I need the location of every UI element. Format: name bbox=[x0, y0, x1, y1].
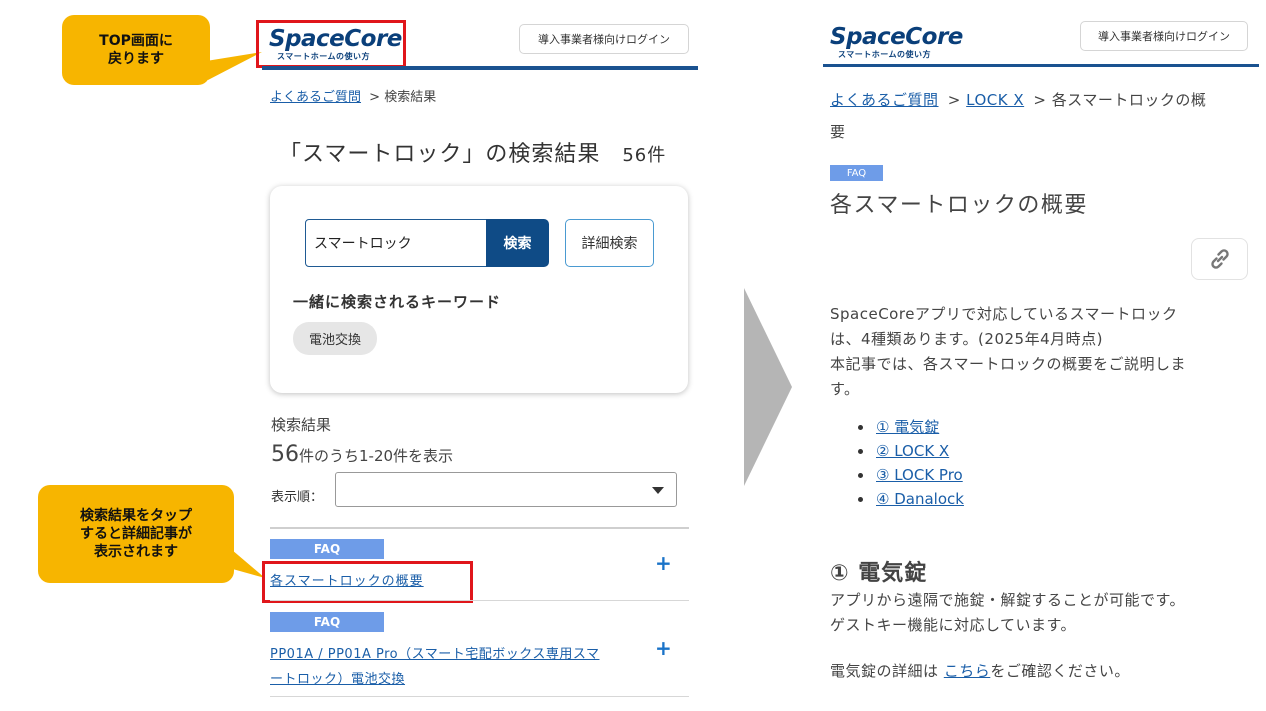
right-section-line1: アプリから遠隔で施錠・解錠することが可能です。 bbox=[830, 591, 1186, 609]
right-detail-suffix: をご確認ください。 bbox=[990, 662, 1130, 680]
right-intro-line1: SpaceCoreアプリで対応しているスマートロック bbox=[830, 305, 1178, 323]
left-sort-select[interactable] bbox=[335, 472, 677, 507]
right-section-heading: ① 電気錠 bbox=[830, 561, 928, 586]
right-toc-link-4[interactable]: ④ Danalock bbox=[876, 490, 964, 508]
left-related-keyword-label: 電池交換 bbox=[308, 333, 361, 348]
left-item2-title[interactable]: PP01A / PP01A Pro（スマート宅配ボックス専用スマ ートロック）電… bbox=[270, 642, 640, 692]
right-login-label: 導入事業者様向けログイン bbox=[1098, 30, 1230, 43]
plus-icon[interactable]: + bbox=[655, 636, 672, 660]
left-count: 56件 bbox=[622, 145, 667, 166]
right-intro: SpaceCoreアプリで対応しているスマートロック は、4種類あります。(20… bbox=[830, 302, 1240, 402]
right-detail-link[interactable]: こちら bbox=[944, 662, 991, 680]
left-divider-1 bbox=[270, 527, 689, 529]
left-sort-label: 表示順： bbox=[271, 490, 324, 505]
left-divider-2 bbox=[270, 600, 689, 601]
right-header-rule bbox=[823, 64, 1259, 67]
right-detail-line: 電気錠の詳細は こちらをご確認ください。 bbox=[830, 659, 1250, 684]
left-heading: 「スマートロック」の検索結果 bbox=[279, 142, 601, 167]
right-intro-line3: 本記事では、各スマートロックの概要をご説明しま bbox=[830, 355, 1187, 373]
left-results-heading: 検索結果 bbox=[271, 416, 332, 434]
right-section-body: アプリから遠隔で施錠・解錠することが可能です。 ゲストキー機能に対応しています。 bbox=[830, 588, 1250, 638]
left-advanced-search-label: 詳細検索 bbox=[581, 236, 638, 252]
left-results-count: 56件のうち1-20件を表示 bbox=[271, 442, 453, 467]
right-intro-line2: は、4種類あります。(2025年4月時点) bbox=[830, 330, 1103, 348]
left-search-value: スマートロック bbox=[314, 236, 412, 252]
link-icon bbox=[1210, 249, 1229, 269]
left-login-label: 導入事業者様向けログイン bbox=[538, 33, 670, 46]
right-article-title: 各スマートロックの概要 bbox=[830, 193, 1088, 218]
next-arrow-icon bbox=[744, 288, 792, 486]
right-logo[interactable]: SpaceCore スマートホームの使い方 bbox=[830, 25, 965, 60]
left-results-count-number: 56 bbox=[271, 442, 299, 467]
left-item2-title-line2: ートロック）電池交換 bbox=[270, 672, 406, 687]
left-related-keyword-chip[interactable]: 電池交換 bbox=[293, 322, 377, 355]
left-divider-3 bbox=[270, 696, 689, 697]
right-toc-link-1[interactable]: ① 電気錠 bbox=[876, 418, 939, 436]
left-item2-tag: FAQ bbox=[270, 612, 384, 632]
left-breadcrumb-home[interactable]: よくあるご質問 bbox=[270, 90, 361, 105]
right-breadcrumb-home[interactable]: よくあるご質問 bbox=[830, 91, 939, 109]
right-toc-link-3[interactable]: ③ LOCK Pro bbox=[876, 466, 963, 484]
left-advanced-search-button[interactable]: 詳細検索 bbox=[565, 219, 654, 267]
right-login-button[interactable]: 導入事業者様向けログイン bbox=[1080, 21, 1248, 51]
callout-result-text: 検索結果をタップ すると詳細記事が 表示されます bbox=[80, 508, 192, 560]
right-detail-prefix: 電気錠の詳細は bbox=[830, 662, 939, 680]
chevron-down-icon bbox=[652, 487, 664, 494]
left-item1-tag-label: FAQ bbox=[313, 542, 341, 556]
left-search-button[interactable]: 検索 bbox=[486, 219, 549, 267]
right-breadcrumb-current-line2: 要 bbox=[830, 123, 846, 141]
right-breadcrumb-current-line1: 各スマートロックの概 bbox=[1051, 91, 1207, 109]
share-link-button[interactable] bbox=[1191, 238, 1248, 280]
left-page-title: 「スマートロック」の検索結果 56件 bbox=[279, 136, 666, 168]
right-breadcrumb-sep1: > bbox=[947, 91, 961, 109]
right-toc-link-2[interactable]: ② LOCK X bbox=[876, 442, 949, 460]
callout-top-text: TOP画面に 戻ります bbox=[99, 33, 173, 67]
right-breadcrumb-lockx[interactable]: LOCK X bbox=[966, 91, 1024, 109]
left-logo-highlight bbox=[256, 20, 406, 68]
plus-icon[interactable]: + bbox=[655, 551, 672, 575]
right-faq-tag: FAQ bbox=[830, 165, 883, 181]
right-logo-subtitle: スマートホームの使い方 bbox=[838, 50, 932, 59]
left-related-heading: 一緒に検索されるキーワード bbox=[293, 293, 502, 311]
left-item2-title-line1: PP01A / PP01A Pro（スマート宅配ボックス専用スマ bbox=[270, 647, 600, 662]
right-toc-item: ③ LOCK Pro bbox=[854, 463, 964, 487]
right-breadcrumb-sep2: > bbox=[1033, 91, 1047, 109]
left-header-rule bbox=[262, 66, 698, 70]
left-breadcrumb-current: 検索結果 bbox=[384, 90, 437, 105]
left-breadcrumb-sep: > bbox=[369, 90, 381, 105]
right-logo-text: SpaceCore bbox=[830, 24, 963, 50]
callout-result: 検索結果をタップ すると詳細記事が 表示されます bbox=[38, 485, 234, 583]
left-item1-highlight bbox=[262, 561, 473, 603]
left-search-input[interactable]: スマートロック bbox=[305, 219, 487, 267]
callout-top: TOP画面に 戻ります bbox=[62, 15, 210, 85]
right-toc-item: ④ Danalock bbox=[854, 487, 964, 511]
left-login-button[interactable]: 導入事業者様向けログイン bbox=[519, 24, 689, 54]
left-breadcrumb: よくあるご質問 > 検索結果 bbox=[270, 86, 436, 105]
right-breadcrumb: よくあるご質問 > LOCK X > 各スマートロックの概 要 bbox=[830, 84, 1240, 148]
right-intro-line4: す。 bbox=[830, 380, 860, 398]
left-item1-tag: FAQ bbox=[270, 539, 384, 559]
left-results-count-text: 件のうち1-20件を表示 bbox=[299, 447, 454, 465]
left-search-card bbox=[270, 186, 688, 393]
left-search-button-label: 検索 bbox=[503, 236, 532, 252]
right-toc-list: ① 電気錠 ② LOCK X ③ LOCK Pro ④ Danalock bbox=[854, 415, 964, 511]
left-item2-tag-label: FAQ bbox=[313, 615, 341, 629]
right-toc-item: ① 電気錠 bbox=[854, 415, 964, 439]
right-section-line2: ゲストキー機能に対応しています。 bbox=[830, 616, 1077, 634]
right-faq-tag-label: FAQ bbox=[846, 167, 867, 179]
right-toc-item: ② LOCK X bbox=[854, 439, 964, 463]
